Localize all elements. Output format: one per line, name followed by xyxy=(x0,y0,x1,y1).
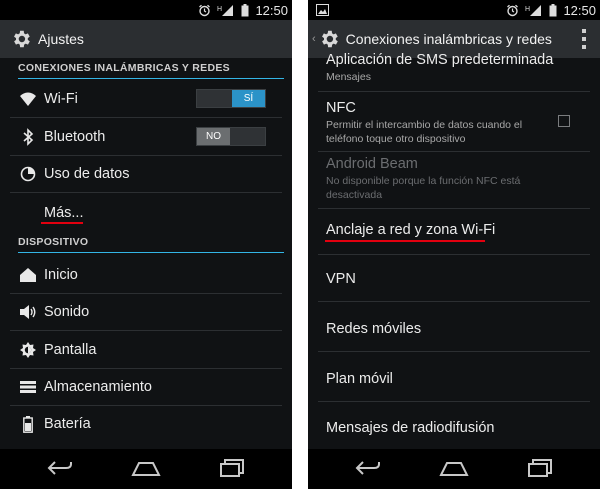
page-title: Conexiones inalámbricas y redes xyxy=(345,31,552,47)
divider xyxy=(318,91,590,92)
toggle-off-label: NO xyxy=(197,128,230,145)
settings-item-wifi[interactable]: Wi-Fi SÍ xyxy=(0,86,292,112)
battery-status-icon xyxy=(241,3,249,17)
settings-item-label: Más... xyxy=(44,205,84,221)
svg-text:H: H xyxy=(217,6,222,13)
settings-item-label: Bluetooth xyxy=(44,129,106,145)
divider xyxy=(318,208,590,209)
settings-item-display[interactable]: Pantalla xyxy=(0,337,292,363)
bluetooth-toggle[interactable]: NO xyxy=(196,127,266,146)
navigation-bar xyxy=(308,449,600,489)
back-icon[interactable] xyxy=(354,459,382,477)
image-notification-icon xyxy=(316,3,329,21)
settings-item-subtitle: Mensajes xyxy=(326,71,371,83)
highlight-underline xyxy=(325,240,485,242)
settings-item-label: Almacenamiento xyxy=(44,379,152,395)
settings-item-subtitle: Permitir el intercambio de datos cuando … xyxy=(326,119,523,145)
settings-item-sound[interactable]: Sonido xyxy=(0,299,292,325)
settings-item-data-usage[interactable]: Uso de datos xyxy=(0,161,292,187)
back-icon[interactable] xyxy=(46,459,74,477)
settings-item-title: Mensajes de radiodifusión xyxy=(326,420,495,436)
gear-icon[interactable] xyxy=(318,28,340,50)
svg-text:H: H xyxy=(525,6,530,13)
settings-item-bluetooth[interactable]: Bluetooth NO xyxy=(0,124,292,150)
settings-item-label: Pantalla xyxy=(44,342,97,358)
recent-apps-icon[interactable] xyxy=(219,459,245,477)
settings-item-label: Wi-Fi xyxy=(44,91,78,107)
wireless-networks-screen: H 12:50 ‹ Conexiones inalámbricas y rede… xyxy=(308,0,600,489)
settings-item-title: Anclaje a red y zona Wi-Fi xyxy=(326,222,496,238)
settings-screen: H 12:50 Ajustes CONEXIONES INALÁMBRICAS … xyxy=(0,0,292,489)
settings-item-label: Inicio xyxy=(44,267,78,283)
highlight-underline xyxy=(41,222,83,224)
clock: 12:50 xyxy=(563,2,596,18)
display-icon xyxy=(18,340,38,360)
wifi-toggle[interactable]: SÍ xyxy=(196,89,266,108)
settings-item-label: Batería xyxy=(44,416,91,432)
section-header-wireless: CONEXIONES INALÁMBRICAS Y REDES xyxy=(18,62,284,79)
signal-icon: H xyxy=(217,4,235,17)
divider xyxy=(318,151,590,152)
battery-icon xyxy=(18,414,38,434)
data-usage-icon xyxy=(18,164,38,184)
settings-item-title: Redes móviles xyxy=(326,321,422,337)
clock: 12:50 xyxy=(255,2,288,18)
gear-icon[interactable] xyxy=(10,28,32,50)
toggle-on-label: SÍ xyxy=(232,90,265,107)
navigation-bar xyxy=(0,449,292,489)
settings-item-label: Uso de datos xyxy=(44,166,130,182)
nfc-checkbox[interactable] xyxy=(558,115,570,127)
recent-apps-icon[interactable] xyxy=(527,459,553,477)
divider xyxy=(318,401,590,402)
settings-item-label: Sonido xyxy=(44,304,90,320)
sound-icon xyxy=(18,302,38,322)
alarm-icon xyxy=(198,4,211,17)
settings-item-title: Android Beam xyxy=(326,156,418,172)
divider xyxy=(10,368,282,369)
page-title: Ajustes xyxy=(38,31,84,47)
up-caret-icon[interactable]: ‹ xyxy=(312,33,316,45)
settings-item-subtitle: No disponible porque la función NFC está… xyxy=(326,175,521,201)
status-bar: H 12:50 xyxy=(308,0,600,20)
home-nav-icon[interactable] xyxy=(131,459,161,477)
settings-item-title: NFC xyxy=(326,100,356,116)
divider xyxy=(318,351,590,352)
divider xyxy=(318,301,590,302)
settings-item-battery[interactable]: Batería xyxy=(0,411,292,437)
section-header-device: DISPOSITIVO xyxy=(18,236,284,253)
wireless-settings-list: Aplicación de SMS predeterminada Mensaje… xyxy=(308,52,600,449)
settings-item-home[interactable]: Inicio xyxy=(0,262,292,288)
status-bar: H 12:50 xyxy=(0,0,292,20)
settings-item-storage[interactable]: Almacenamiento xyxy=(0,374,292,400)
divider xyxy=(10,405,282,406)
alarm-icon xyxy=(506,4,519,17)
home-icon xyxy=(18,265,38,285)
action-bar: Ajustes xyxy=(0,20,292,58)
settings-list: CONEXIONES INALÁMBRICAS Y REDES Wi-Fi SÍ… xyxy=(0,58,292,449)
battery-status-icon xyxy=(549,3,557,17)
wifi-icon xyxy=(18,89,38,109)
bluetooth-icon xyxy=(18,127,38,147)
home-nav-icon[interactable] xyxy=(439,459,469,477)
storage-icon xyxy=(18,377,38,397)
settings-item-title: Aplicación de SMS predeterminada xyxy=(326,52,554,68)
settings-item-title: VPN xyxy=(326,271,356,287)
settings-item-title: Plan móvil xyxy=(326,371,393,387)
divider xyxy=(10,117,282,118)
divider xyxy=(10,330,282,331)
divider xyxy=(10,192,282,193)
signal-icon: H xyxy=(525,4,543,17)
overflow-menu-icon[interactable] xyxy=(582,29,586,49)
divider xyxy=(10,293,282,294)
divider xyxy=(318,254,590,255)
divider xyxy=(10,155,282,156)
